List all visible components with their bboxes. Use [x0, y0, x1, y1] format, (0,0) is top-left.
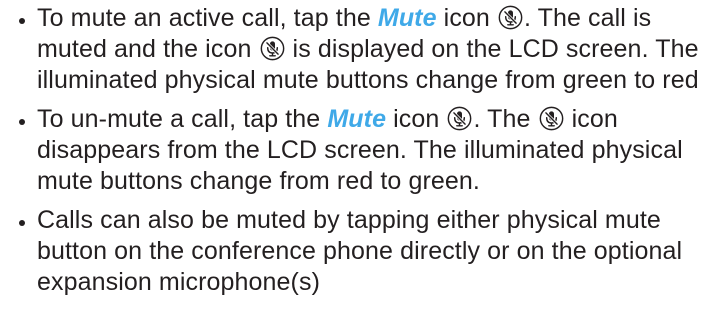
mute-keyword: Mute: [327, 105, 387, 133]
instruction-document: To mute an active call, tap the Mute ico…: [0, 0, 707, 318]
mute-microphone-icon: [260, 36, 285, 61]
bullet-item: To mute an active call, tap the Mute ico…: [0, 3, 707, 96]
mute-microphone-icon: [447, 106, 472, 131]
bullet-text: . The: [473, 105, 538, 133]
bullet-dot: [19, 119, 25, 125]
mute-microphone-icon: [539, 106, 564, 131]
bullet-item: To un-mute a call, tap the Mute icon . T…: [0, 104, 707, 197]
mute-microphone-icon: [498, 5, 523, 30]
bullet-dot: [19, 220, 25, 226]
bullet-text: Calls can also be muted by tapping eithe…: [37, 206, 683, 296]
bullet-list: To mute an active call, tap the Mute ico…: [0, 3, 707, 298]
bullet-text: To un-mute a call, tap the: [37, 105, 328, 133]
bullet-text: To mute an active call, tap the: [37, 4, 378, 32]
mute-keyword: Mute: [377, 4, 437, 32]
bullet-text: icon: [386, 105, 447, 133]
bullet-text: icon: [436, 4, 497, 32]
bullet-item: Calls can also be muted by tapping eithe…: [0, 205, 707, 298]
bullet-dot: [19, 18, 25, 24]
